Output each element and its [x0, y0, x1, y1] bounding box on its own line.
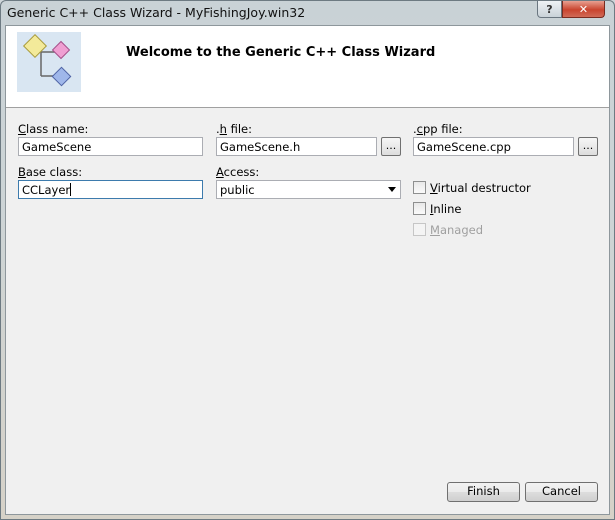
- finish-button[interactable]: Finish: [447, 482, 520, 502]
- managed-checkbox: [413, 223, 426, 236]
- base-class-input[interactable]: CCLayer: [18, 180, 203, 199]
- access-select[interactable]: public: [216, 180, 401, 199]
- dialog-client: Welcome to the Generic C++ Class Wizard …: [5, 25, 610, 515]
- help-button[interactable]: ?: [537, 1, 562, 18]
- close-icon: ✕: [578, 2, 589, 16]
- cpp-file-label: .cpp file:: [413, 122, 463, 136]
- class-diagram-icon: [17, 32, 81, 92]
- window-title: Generic C++ Class Wizard - MyFishingJoy.…: [7, 5, 306, 20]
- h-file-label: .h file:: [216, 122, 252, 136]
- virtual-destructor-checkbox[interactable]: [413, 181, 426, 194]
- base-class-value: CCLayer: [22, 183, 71, 197]
- wizard-header: Welcome to the Generic C++ Class Wizard: [6, 26, 609, 108]
- managed-label: Managed: [430, 223, 483, 237]
- base-class-label: Base class:: [18, 165, 83, 179]
- close-button[interactable]: ✕: [562, 1, 605, 18]
- cpp-file-browse-button[interactable]: ...: [578, 137, 598, 156]
- inline-checkbox[interactable]: [413, 202, 426, 215]
- h-file-browse-button[interactable]: ...: [381, 137, 401, 156]
- h-file-input[interactable]: GameScene.h: [216, 137, 377, 156]
- virtual-destructor-label[interactable]: Virtual destructor: [430, 181, 531, 195]
- page-title: Welcome to the Generic C++ Class Wizard: [126, 45, 436, 60]
- access-selected-value: public: [220, 183, 255, 197]
- cpp-file-input[interactable]: GameScene.cpp: [413, 137, 574, 156]
- class-name-input[interactable]: GameScene: [18, 137, 203, 156]
- wizard-window: Generic C++ Class Wizard - MyFishingJoy.…: [0, 0, 615, 520]
- title-bar[interactable]: Generic C++ Class Wizard - MyFishingJoy.…: [1, 1, 614, 25]
- help-icon: ?: [546, 2, 553, 16]
- dropdown-arrow-icon: [388, 187, 396, 192]
- cancel-button[interactable]: Cancel: [525, 482, 598, 502]
- text-caret: [70, 183, 72, 196]
- class-name-label: Class name:: [18, 122, 89, 136]
- inline-label[interactable]: Inline: [430, 202, 461, 216]
- access-label: Access:: [216, 165, 260, 179]
